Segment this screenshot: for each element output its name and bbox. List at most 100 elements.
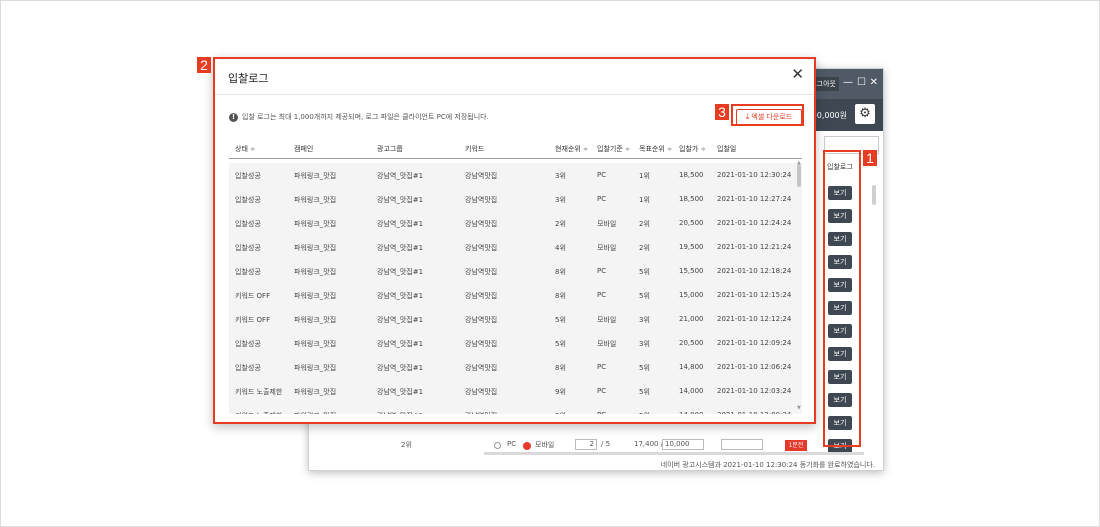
table-cell: 파워링크_맛집	[294, 244, 337, 252]
view-log-button[interactable]: 보기	[828, 255, 852, 269]
page-input[interactable]: 2	[575, 439, 597, 450]
table-cell: 강남역_맛집#1	[377, 196, 424, 204]
table-cell: PC	[597, 267, 607, 275]
highlight-number-1: 1	[863, 150, 877, 166]
sort-icon[interactable]: ≑	[250, 146, 255, 153]
table-cell: PC	[597, 411, 606, 414]
sort-icon[interactable]: ≑	[701, 146, 706, 153]
sync-status-text: 네이버 광고시스템과 2021-01-10 12:30:24 동기화를 완료하였…	[660, 461, 875, 469]
table-cell: 강남역맛집	[465, 340, 498, 348]
table-cell: 15,000	[679, 291, 704, 299]
sort-icon[interactable]: ≑	[625, 146, 630, 153]
view-log-button[interactable]: 보기	[828, 301, 852, 315]
table-cell: PC	[597, 363, 607, 371]
table-cell: 9위	[555, 388, 566, 396]
excel-download-button[interactable]: ⤓ 엑셀 다운로드	[736, 109, 802, 125]
column-header[interactable]: 목표순위 ≑	[639, 144, 672, 154]
table-row: 입찰성공 파워링크_맛집 강남역_맛집#1 강남역맛집 8위 PC 5위 15,500 2021…	[229, 259, 802, 283]
close-icon[interactable]: ✕	[791, 67, 804, 82]
column-header[interactable]: 키워드	[465, 144, 484, 154]
table-cell: 2위	[555, 220, 566, 228]
table-cell: 파워링크_맛집	[294, 172, 337, 180]
table-cell: 5위	[639, 268, 650, 276]
view-log-button[interactable]: 보기	[828, 416, 852, 430]
table-cell: 8위	[555, 292, 566, 300]
table-cell: 강남역맛집	[465, 411, 497, 414]
table-cell: 18,500	[679, 195, 704, 203]
column-header[interactable]: 캠페인	[294, 144, 313, 154]
table-cell: 2021-01-10 12:24:24	[717, 219, 792, 227]
table-cell: 2021-01-10 12:15:24	[717, 291, 792, 299]
max-bid-input[interactable]: 10,000	[662, 439, 704, 450]
table-cell: 강남역_맛집#1	[377, 364, 424, 372]
table-cell: 5위	[639, 388, 650, 396]
info-icon: !	[229, 112, 238, 122]
empty-input[interactable]	[721, 439, 763, 450]
column-header[interactable]: 광고그룹	[377, 144, 403, 154]
gear-icon[interactable]: ⚙	[855, 104, 875, 124]
sort-icon[interactable]: ≑	[583, 146, 588, 153]
table-cell: 모바일	[597, 244, 617, 252]
column-header[interactable]: 입찰기준 ≑	[597, 144, 630, 154]
table-cell: 3위	[555, 196, 566, 204]
table-cell: 2위	[639, 220, 650, 228]
column-header[interactable]: 입찰가 ≑	[679, 144, 706, 154]
view-log-button[interactable]: 보기	[828, 324, 852, 338]
table-cell: 3위	[639, 316, 650, 324]
column-header-label: 목표순위	[639, 145, 665, 153]
table-header: 상태 ≑ 캠페인 광고그룹 키워드 현재순위 ≑ 입찰기준 ≑ 목표순위 ≑ 입찰가 ≑ 입찰일	[229, 139, 802, 159]
column-header[interactable]: 입찰일	[717, 144, 736, 154]
table-cell: 파워링크_맛집	[294, 411, 336, 414]
table-cell: 입찰성공	[235, 172, 261, 180]
vertical-scrollbar[interactable]	[872, 185, 876, 205]
table-row: 입찰성공 파워링크_맛집 강남역_맛집#1 강남역맛집 8위 PC 5위 14,800 2021…	[229, 355, 802, 379]
maximize-icon[interactable]: ☐	[857, 78, 866, 88]
view-log-button[interactable]: 보기	[828, 370, 852, 384]
table-row: 키워드 OFF 파워링크_맛집 강남역_맛집#1 강남역맛집 8위 PC 5위 15,000 2…	[229, 283, 802, 307]
table-cell: 1위	[639, 196, 650, 204]
view-log-button[interactable]: 보기	[828, 232, 852, 246]
sort-icon[interactable]: ≑	[667, 146, 672, 153]
table-cell: 8위	[555, 268, 566, 276]
table-cell: 파워링크_맛집	[294, 220, 337, 228]
table-cell: 파워링크_맛집	[294, 268, 337, 276]
table-body: 입찰성공 파워링크_맛집 강남역_맛집#1 강남역맛집 3위 PC 1위 18,500 2021…	[229, 163, 802, 414]
scroll-down-icon[interactable]: ▼	[797, 405, 801, 411]
table-cell: 2021-01-10 12:03:24	[717, 387, 792, 395]
minimize-icon[interactable]: —	[843, 78, 853, 88]
table-cell: 2위	[639, 244, 650, 252]
view-log-button[interactable]: 보기	[828, 347, 852, 361]
table-cell: 강남역_맛집#1	[377, 220, 424, 228]
column-header-label: 현재순위	[555, 145, 581, 153]
window-close-icon[interactable]: ✕	[870, 78, 878, 88]
table-row: 입찰성공 파워링크_맛집 강남역_맛집#1 강남역맛집 3위 PC 1위 18,500 2021…	[229, 163, 802, 187]
table-cell: 9위	[555, 411, 566, 414]
table-cell: 3위	[555, 172, 566, 180]
table-cell: 2021-01-10 12:18:24	[717, 267, 792, 275]
view-log-button[interactable]: 보기	[828, 393, 852, 407]
table-cell: 20,500	[679, 339, 704, 347]
download-icon: ⤓	[745, 112, 750, 121]
notice-text: 입찰 로그는 최대 1,000개까지 제공되며, 로그 파일은 클라이언트 PC…	[242, 113, 489, 121]
red-time-badge: 1분전	[785, 440, 807, 451]
table-cell: 강남역_맛집#1	[377, 244, 424, 252]
table-cell: 강남역맛집	[465, 220, 498, 228]
table-scrollbar[interactable]	[797, 165, 801, 187]
horizontal-scrollbar[interactable]	[484, 452, 864, 455]
table-cell: PC	[597, 291, 607, 299]
table-cell: 3위	[639, 340, 650, 348]
table-cell: 20,500	[679, 219, 704, 227]
table-cell: 강남역맛집	[465, 244, 498, 252]
table-cell: 강남역맛집	[465, 196, 498, 204]
table-cell: 강남역_맛집#1	[377, 411, 423, 414]
table-cell: 2021-01-10 12:12:24	[717, 315, 792, 323]
column-header[interactable]: 현재순위 ≑	[555, 144, 588, 154]
page-total: / 5	[601, 440, 611, 448]
view-log-button[interactable]: 보기	[828, 186, 852, 200]
view-log-button[interactable]: 보기	[828, 278, 852, 292]
column-header[interactable]: 상태 ≑	[235, 144, 255, 154]
table-cell: 1위	[639, 172, 650, 180]
mobile-radio[interactable]	[523, 442, 531, 450]
pc-radio[interactable]	[494, 442, 501, 449]
view-log-button[interactable]: 보기	[828, 209, 852, 223]
